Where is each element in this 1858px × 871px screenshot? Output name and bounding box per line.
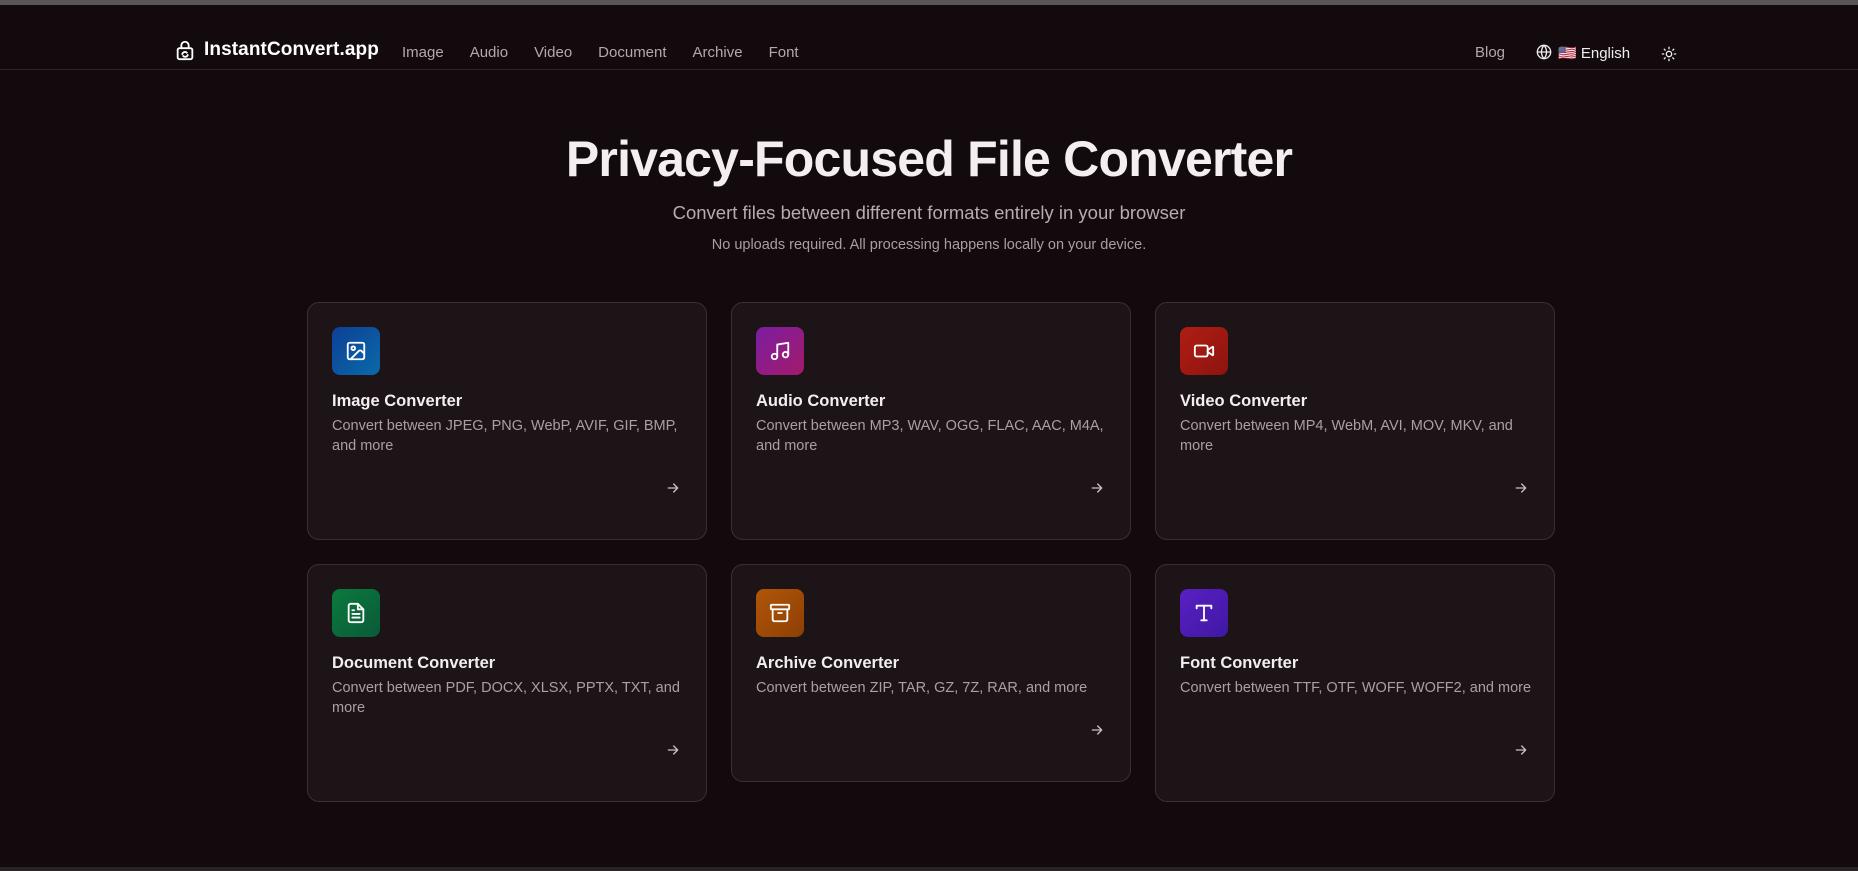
- card-description: Convert between PDF, DOCX, XLSX, PPTX, T…: [332, 680, 680, 716]
- nav-video[interactable]: Video: [534, 41, 572, 65]
- card-description: Convert between MP4, WebM, AVI, MOV, MKV…: [1180, 418, 1513, 454]
- audio-converter-card[interactable]: Audio Converter Convert between MP3, WAV…: [731, 302, 1131, 540]
- card-description: Convert between ZIP, TAR, GZ, 7Z, RAR, a…: [756, 680, 1088, 696]
- arrow-right-icon: [1088, 721, 1106, 739]
- music-icon: [756, 327, 804, 375]
- nav-font[interactable]: Font: [769, 41, 799, 65]
- arrow-right-icon: [1512, 741, 1530, 759]
- nav-archive[interactable]: Archive: [693, 41, 743, 65]
- archive-converter-card[interactable]: Archive Converter Convert between ZIP, T…: [731, 564, 1131, 782]
- page-subtitle: Convert files between different formats …: [672, 202, 1186, 223]
- globe-icon: [1536, 44, 1552, 65]
- card-title: Font Converter: [1180, 654, 1299, 672]
- video-camera-icon: [1180, 327, 1228, 375]
- font-converter-card[interactable]: Font Converter Convert between TTF, OTF,…: [1155, 564, 1555, 802]
- card-title: Archive Converter: [756, 654, 900, 672]
- arrow-right-icon: [664, 741, 682, 759]
- language-label: 🇺🇸 English: [1558, 45, 1631, 62]
- brand-link[interactable]: InstantConvert.app: [174, 37, 379, 63]
- card-title: Document Converter: [332, 654, 496, 672]
- font-type-icon: [1180, 589, 1228, 637]
- image-converter-card[interactable]: Image Converter Convert between JPEG, PN…: [307, 302, 707, 540]
- card-description: Convert between MP3, WAV, OGG, FLAC, AAC…: [756, 418, 1104, 454]
- nav-image[interactable]: Image: [402, 41, 444, 65]
- lock-convert-logo-icon: [174, 39, 196, 61]
- card-title: Image Converter: [332, 392, 463, 410]
- video-converter-card[interactable]: Video Converter Convert between MP4, Web…: [1155, 302, 1555, 540]
- theme-toggle-sun-icon[interactable]: [1659, 44, 1679, 64]
- nav-blog[interactable]: Blog: [1475, 41, 1505, 65]
- image-icon: [332, 327, 380, 375]
- privacy-note: No uploads required. All processing happ…: [711, 237, 1147, 253]
- card-title: Audio Converter: [756, 392, 886, 410]
- arrow-right-icon: [1512, 479, 1530, 497]
- nav-document[interactable]: Document: [598, 41, 666, 65]
- card-description: Convert between TTF, OTF, WOFF, WOFF2, a…: [1180, 680, 1532, 696]
- main-nav: Image Audio Video Document Archive Font: [402, 41, 825, 65]
- brand-name: InstantConvert.app: [204, 39, 379, 60]
- document-icon: [332, 589, 380, 637]
- card-description: Convert between JPEG, PNG, WebP, AVIF, G…: [332, 418, 678, 454]
- page-title: Privacy-Focused File Converter: [565, 131, 1293, 187]
- arrow-right-icon: [1088, 479, 1106, 497]
- site-header: InstantConvert.app Image Audio Video Doc…: [0, 5, 1858, 70]
- document-converter-card[interactable]: Document Converter Convert between PDF, …: [307, 564, 707, 802]
- language-selector[interactable]: 🇺🇸 English: [1536, 43, 1630, 65]
- nav-audio[interactable]: Audio: [470, 41, 508, 65]
- footer-divider: [0, 867, 1858, 871]
- archive-box-icon: [756, 589, 804, 637]
- arrow-right-icon: [664, 479, 682, 497]
- card-title: Video Converter: [1180, 392, 1308, 410]
